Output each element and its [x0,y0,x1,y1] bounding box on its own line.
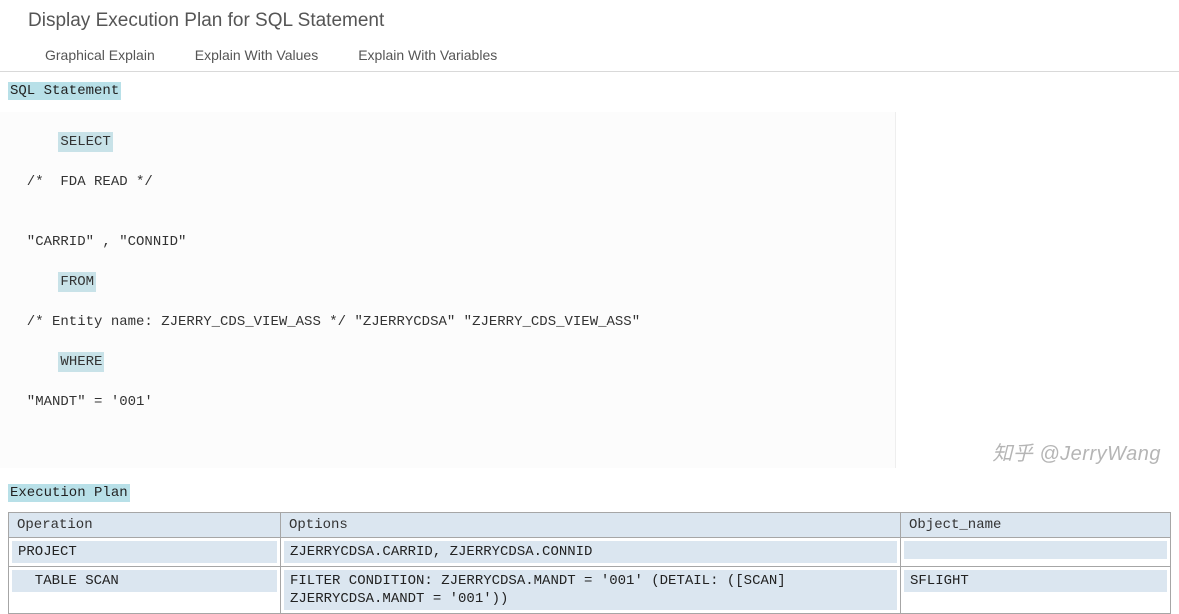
page-title: Display Execution Plan for SQL Statement [0,0,1179,40]
sql-statement-heading: SQL Statement [8,82,121,100]
tab-graphical-explain[interactable]: Graphical Explain [45,47,155,63]
sql-section: SQL Statement SELECT /* FDA READ */ "CAR… [0,72,1179,468]
sql-block: SELECT /* FDA READ */ "CARRID" , "CONNID… [8,112,887,452]
col-header-object-name[interactable]: Object_name [901,513,1171,538]
cell-operation: PROJECT [9,538,281,567]
sql-keyword-where: WHERE [58,352,104,372]
tab-bar: Graphical Explain Explain With Values Ex… [0,40,1179,72]
cell-options-text: FILTER CONDITION: ZJERRYCDSA.MANDT = '00… [284,570,897,610]
sql-columns-line: "CARRID" , "CONNID" [8,232,887,252]
cell-operation-text: TABLE SCAN [12,570,277,592]
sql-keyword-from: FROM [58,272,96,292]
sql-comment-line: /* FDA READ */ [8,172,887,192]
sql-keyword-select: SELECT [58,132,112,152]
sql-where-line: "MANDT" = '001' [8,392,887,412]
cell-object-name-text [904,541,1167,559]
plan-table-wrap: Operation Options Object_name PROJECT ZJ… [8,512,1171,614]
sql-container: SELECT /* FDA READ */ "CARRID" , "CONNID… [0,112,896,468]
cell-operation: TABLE SCAN [9,567,281,614]
execution-plan-table: Operation Options Object_name PROJECT ZJ… [8,512,1171,614]
tab-explain-with-values[interactable]: Explain With Values [195,47,318,63]
cell-options: FILTER CONDITION: ZJERRYCDSA.MANDT = '00… [281,567,901,614]
cell-object-name: SFLIGHT [901,567,1171,614]
execution-plan-section: Execution Plan Operation Options Object_… [0,474,1179,614]
table-header-row: Operation Options Object_name [9,513,1171,538]
cell-object-name-text: SFLIGHT [904,570,1167,592]
sql-entity-line: /* Entity name: ZJERRY_CDS_VIEW_ASS */ "… [8,312,887,332]
cell-options-text: ZJERRYCDSA.CARRID, ZJERRYCDSA.CONNID [284,541,897,563]
col-header-operation[interactable]: Operation [9,513,281,538]
tab-explain-with-variables[interactable]: Explain With Variables [358,47,497,63]
cell-options: ZJERRYCDSA.CARRID, ZJERRYCDSA.CONNID [281,538,901,567]
col-header-options[interactable]: Options [281,513,901,538]
cell-object-name [901,538,1171,567]
table-row: PROJECT ZJERRYCDSA.CARRID, ZJERRYCDSA.CO… [9,538,1171,567]
table-row: TABLE SCAN FILTER CONDITION: ZJERRYCDSA.… [9,567,1171,614]
cell-operation-text: PROJECT [12,541,277,563]
execution-plan-heading: Execution Plan [8,484,130,502]
